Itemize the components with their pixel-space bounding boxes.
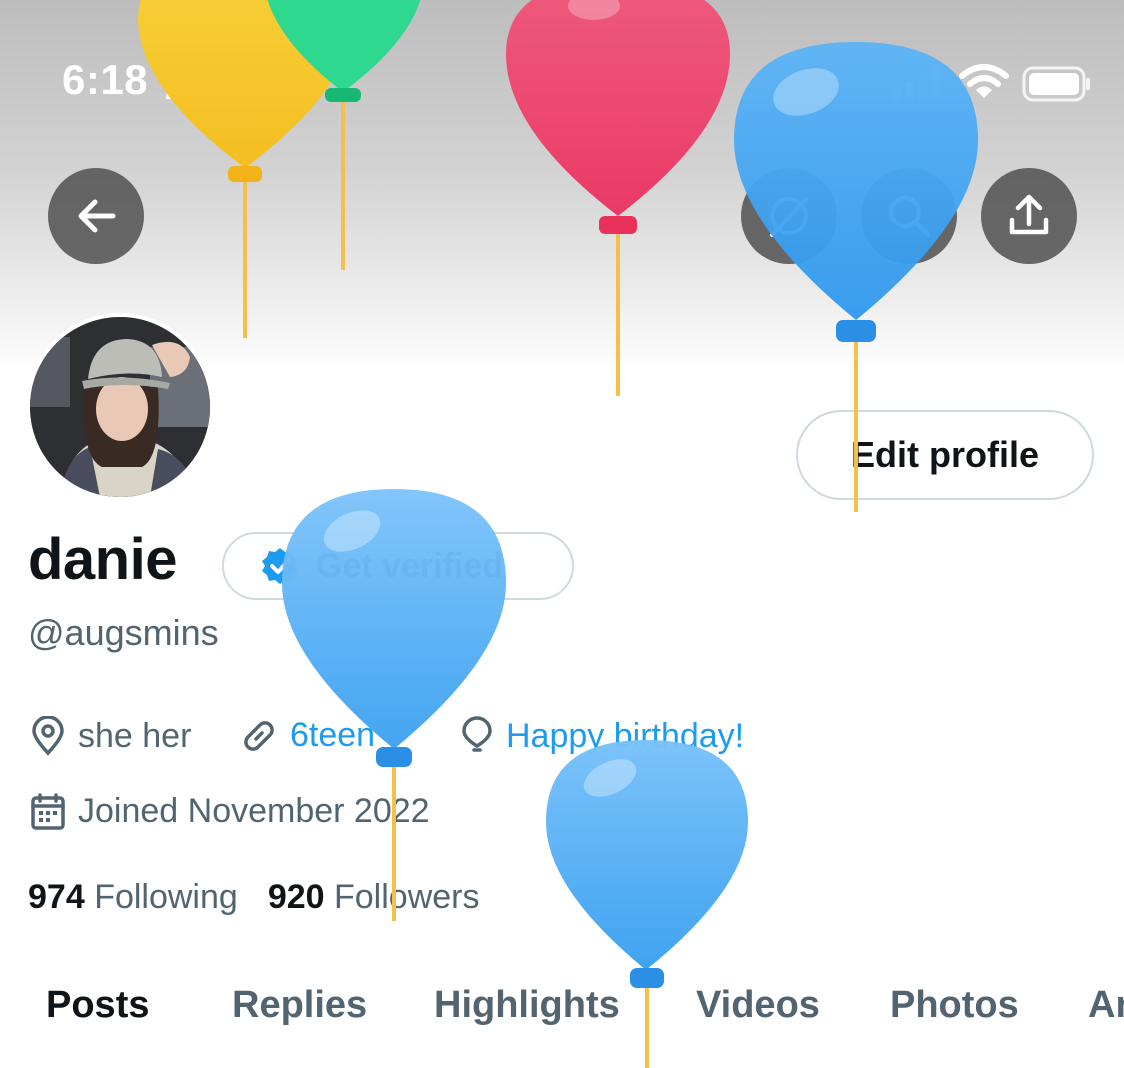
get-verified-button[interactable]: Get verified (222, 532, 574, 600)
calendar-icon (31, 792, 65, 830)
battery-icon (1022, 66, 1090, 102)
followers-stat[interactable]: 920 Followers (268, 878, 480, 917)
avatar-photo (30, 317, 210, 497)
avatar[interactable] (26, 313, 214, 501)
verified-badge-icon (262, 548, 298, 584)
following-label: Following (94, 878, 238, 916)
pronouns-text: she her (78, 716, 192, 755)
user-handle: @augsmins (28, 612, 219, 653)
tab-articles[interactable]: Ar (1088, 984, 1124, 1027)
search-icon (888, 195, 931, 238)
tab-replies[interactable]: Replies (232, 984, 367, 1027)
followers-count: 920 (267, 878, 325, 916)
share-icon (1009, 194, 1049, 235)
tab-videos[interactable]: Videos (696, 984, 820, 1027)
website-text: 6teen (290, 716, 376, 754)
tab-posts[interactable]: Posts (46, 984, 149, 1027)
joined-text: Joined November 2022 (78, 792, 430, 830)
balloon-icon (462, 716, 492, 752)
website-link[interactable]: 6teen (240, 716, 375, 755)
search-button[interactable] (861, 168, 957, 264)
followers-label: Followers (334, 878, 480, 916)
wifi-icon (959, 64, 1009, 98)
grok-icon (770, 197, 808, 237)
link-icon (244, 720, 274, 751)
birthday-text: Happy birthday! (506, 716, 745, 755)
following-count: 974 (28, 878, 85, 916)
edit-profile-button[interactable]: Edit profile (796, 410, 1094, 500)
following-stat[interactable]: 974 Following (28, 878, 238, 917)
tab-highlights[interactable]: Highlights (434, 984, 620, 1027)
birthday-item[interactable]: Happy birthday! (460, 716, 744, 756)
location-pin-icon (32, 716, 64, 756)
grok-button[interactable] (741, 168, 837, 264)
joined-item: Joined November 2022 (30, 792, 430, 831)
back-button[interactable] (48, 168, 144, 264)
follow-stats: 974 Following 920 Followers (28, 878, 509, 917)
display-name: danie (28, 527, 178, 592)
tab-photos[interactable]: Photos (890, 984, 1019, 1027)
share-button[interactable] (981, 168, 1077, 264)
status-time: 6:18 (62, 56, 149, 103)
person-icon (166, 68, 196, 99)
get-verified-label: Get verified (316, 546, 504, 585)
profile-banner (0, 0, 1124, 372)
pronouns-item: she her (30, 716, 191, 756)
cellular-signal-icon (892, 66, 940, 100)
arrow-left-icon (78, 199, 116, 233)
